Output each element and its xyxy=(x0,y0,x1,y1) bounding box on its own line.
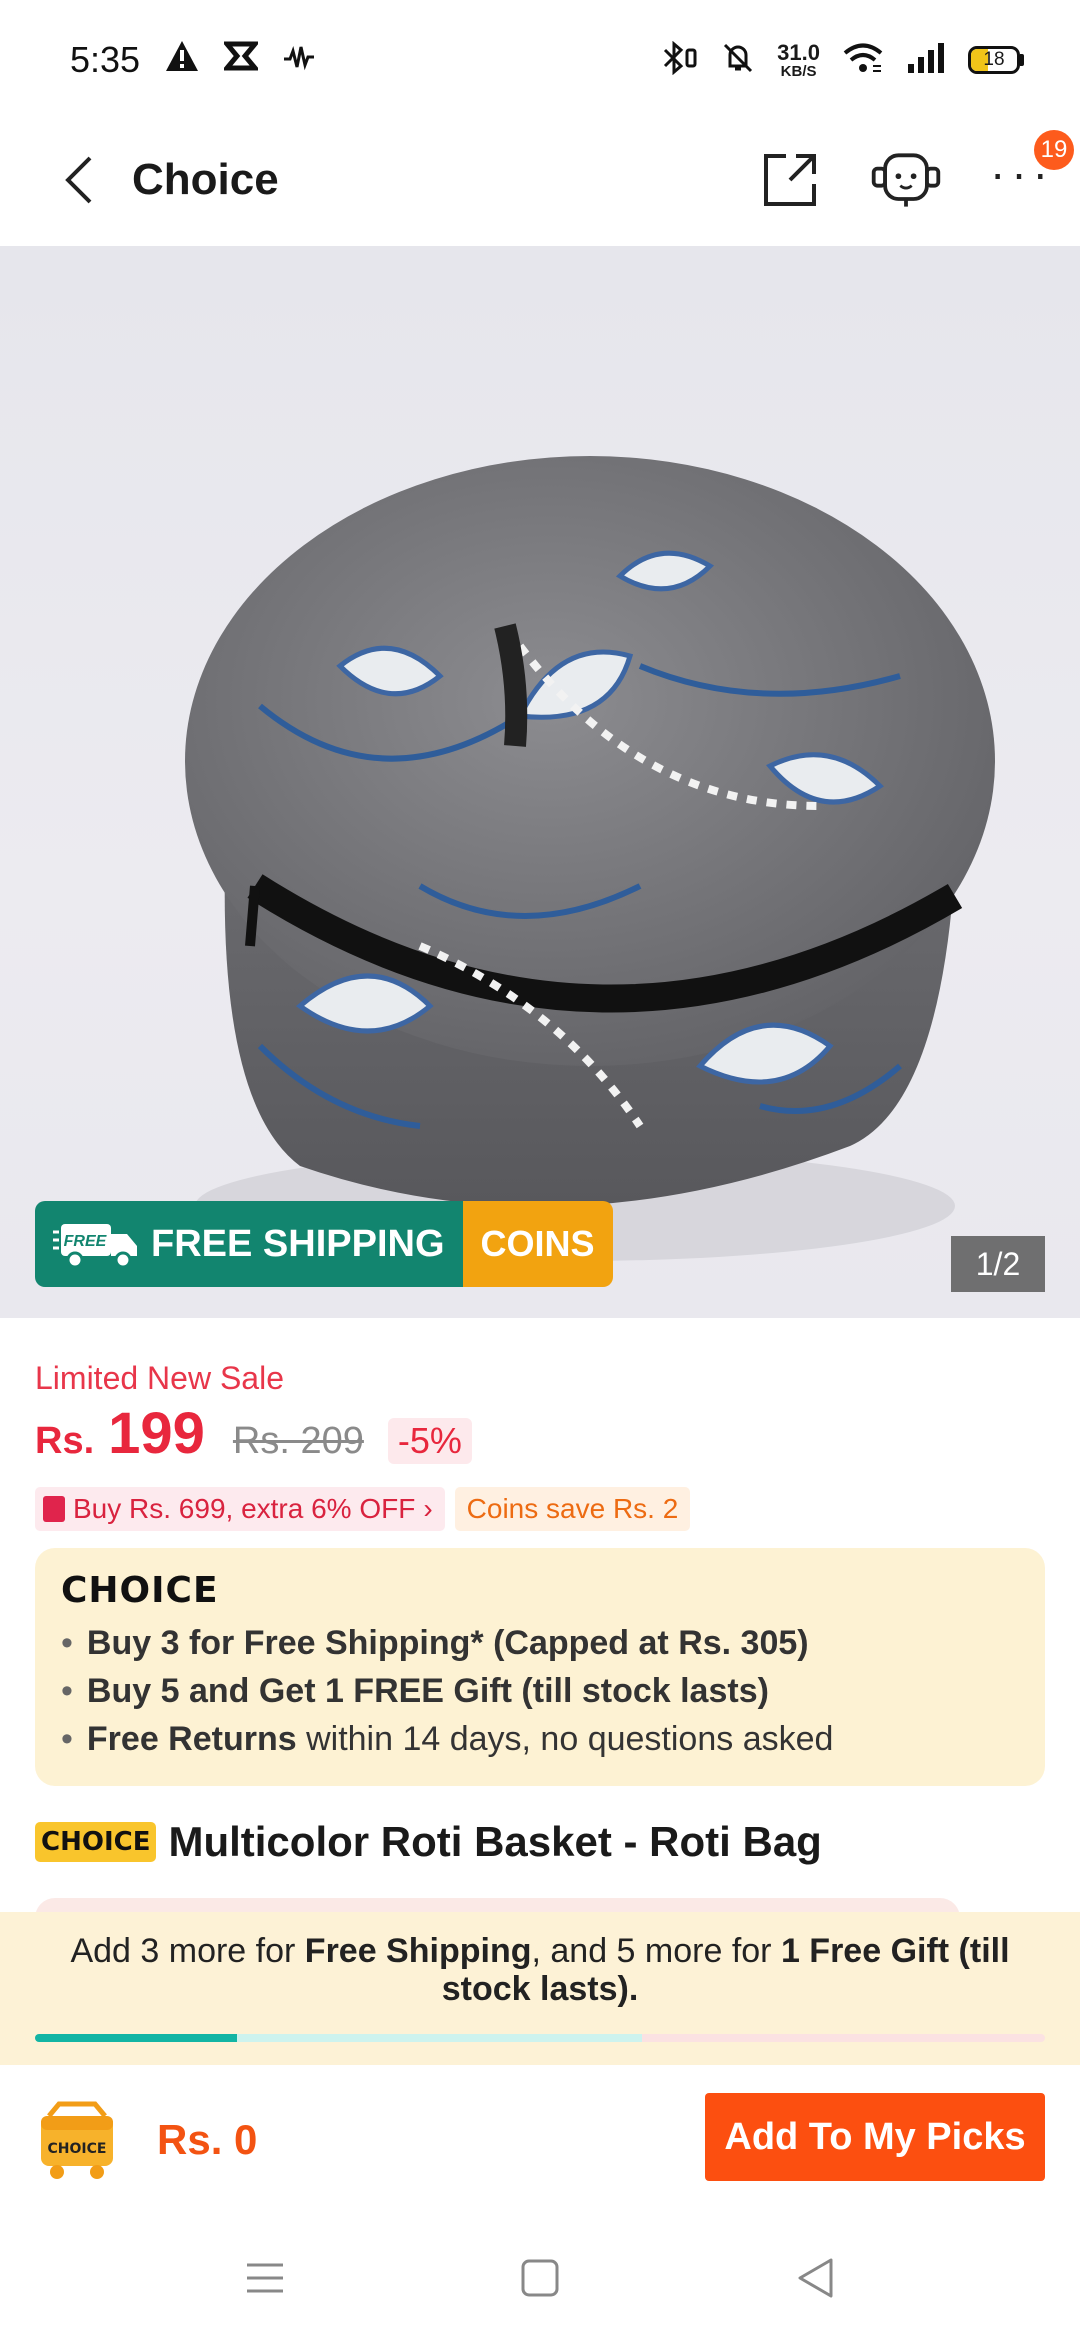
battery-icon: 18 xyxy=(968,46,1024,74)
net-speed-value: 31.0 xyxy=(777,39,820,65)
coins-save-chip[interactable]: Coins save Rs. 2 xyxy=(454,1487,691,1531)
audio-icon xyxy=(282,41,316,80)
more-button[interactable]: ··· 19 xyxy=(984,130,1074,218)
choice-benefit-item: • Free Returns within 14 days, no questio… xyxy=(61,1720,834,1758)
choice-badge: CHOICE xyxy=(35,1822,157,1862)
net-speed-unit: KB/S xyxy=(780,62,817,80)
page-indicator: 1/2 xyxy=(951,1236,1045,1292)
choice-benefits-list: • Buy 3 for Free Shipping* (Capped at Rs.… xyxy=(61,1619,1019,1763)
choice-logo: CHOICE xyxy=(61,1570,219,1611)
choice-cart-icon[interactable]: CHOICE xyxy=(35,2098,119,2182)
chevron-left-icon xyxy=(65,156,92,204)
choice-benefit-item: • Buy 3 for Free Shipping* (Capped at Rs.… xyxy=(61,1624,809,1662)
bundle-progress-banner: Add 3 more for Free Shipping, and 5 more… xyxy=(0,1912,1080,2065)
back-button[interactable] xyxy=(30,130,130,230)
add-to-picks-button[interactable]: Add To My Picks xyxy=(705,2093,1045,2181)
status-time: 5:35 xyxy=(70,39,141,80)
cart-total: Rs. 0 xyxy=(157,2116,258,2163)
page-title: Choice xyxy=(132,155,279,204)
home-icon[interactable] xyxy=(510,2248,570,2308)
nav-actions: ··· 19 xyxy=(752,120,1074,240)
chevron-right-icon: › xyxy=(423,1493,433,1524)
free-tag-text: FREE xyxy=(64,1233,108,1250)
share-icon xyxy=(764,154,816,206)
net-speed: 31.0 KB/S xyxy=(777,39,820,80)
support-robot-icon xyxy=(871,153,941,207)
android-nav-bar xyxy=(0,2215,1080,2340)
bundle-progress-bar xyxy=(35,2034,1045,2042)
back-triangle-icon[interactable] xyxy=(785,2248,845,2308)
coins-tag: COINS xyxy=(462,1201,613,1287)
price-original: Rs. 209 xyxy=(232,1420,364,1462)
bundle-text: Add 3 more for Free Shipping, and 5 more… xyxy=(70,1932,1010,2008)
price-currency: Rs. xyxy=(35,1420,95,1462)
signal-icon xyxy=(906,42,946,79)
choice-benefit-item: • Buy 5 and Get 1 FREE Gift (till stock l… xyxy=(61,1672,769,1710)
product-gallery[interactable]: FREE FREE SHIPPING COINS 1/2 xyxy=(0,246,1080,1318)
offer-row: Buy Rs. 699, extra 6% OFF › Coins save R… xyxy=(35,1487,691,1531)
nav-header: Choice ··· 19 xyxy=(0,120,1080,240)
bottom-action-bar: CHOICE Rs. 0 Add To My Picks xyxy=(0,2065,1080,2215)
cart-badge: 19 xyxy=(1034,130,1074,170)
product-image xyxy=(185,456,995,1261)
customer-service-button[interactable] xyxy=(868,142,944,218)
status-right: 31.0 KB/S 18 xyxy=(661,39,1024,80)
coupon-icon xyxy=(43,1496,65,1522)
choice-benefits-card[interactable]: CHOICE • Buy 3 for Free Shipping* (Capped… xyxy=(35,1548,1045,1786)
price-row: Rs. 199 Rs. 209 -5% xyxy=(35,1400,472,1467)
price-current: 199 xyxy=(108,1401,205,1466)
status-left: 5:35 xyxy=(70,39,316,82)
battery-level: 18 xyxy=(983,49,1005,70)
share-button[interactable] xyxy=(752,142,828,218)
bluetooth-icon xyxy=(661,40,699,80)
wifi-icon xyxy=(842,42,884,79)
discount-badge: -5% xyxy=(387,1418,472,1464)
mute-icon xyxy=(721,41,755,80)
app-icon xyxy=(221,41,261,80)
delivery-truck-icon: FREE xyxy=(53,1224,137,1269)
product-title-row: CHOICE Multicolor Roti Basket - Roti Bag xyxy=(35,1818,822,1866)
alert-icon xyxy=(164,39,200,82)
sale-label: Limited New Sale xyxy=(35,1360,284,1396)
cart-icon-label: CHOICE xyxy=(48,2141,107,2157)
free-shipping-label: FREE SHIPPING xyxy=(151,1222,445,1265)
free-shipping-tag: FREE FREE SHIPPING xyxy=(35,1201,463,1287)
promo-strip: FREE FREE SHIPPING COINS xyxy=(35,1201,613,1287)
product-title: Multicolor Roti Basket - Roti Bag xyxy=(168,1818,822,1865)
store-offer-chip[interactable]: Buy Rs. 699, extra 6% OFF › xyxy=(35,1487,445,1531)
menu-icon[interactable] xyxy=(235,2248,295,2308)
store-offer-text: Buy Rs. 699, extra 6% OFF xyxy=(73,1493,416,1524)
status-bar: 5:35 31.0 KB/S 18 xyxy=(0,0,1080,120)
